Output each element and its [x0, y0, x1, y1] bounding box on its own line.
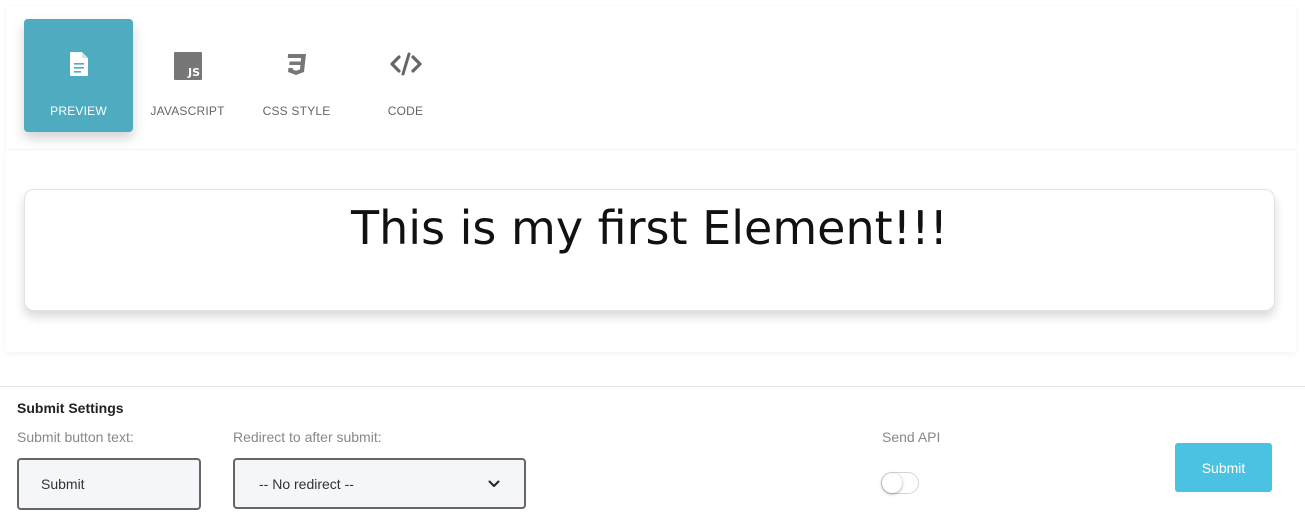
tab-preview[interactable]: PREVIEW	[24, 19, 133, 132]
element-preview-text: This is my first Element!!!	[351, 201, 948, 255]
tab-label: PREVIEW	[50, 104, 107, 118]
file-icon	[69, 52, 88, 76]
tab-code[interactable]: CODE	[351, 19, 460, 132]
redirect-select-value: -- No redirect --	[259, 475, 354, 492]
section-divider	[0, 386, 1305, 387]
send-api-label: Send API	[882, 429, 941, 445]
chevron-down-icon	[488, 477, 500, 491]
redirect-select[interactable]: -- No redirect --	[233, 458, 526, 509]
js-icon: JS	[173, 52, 202, 80]
submit-settings-title: Submit Settings	[17, 400, 124, 416]
css3-icon	[285, 52, 309, 76]
tab-label: CODE	[387, 104, 424, 118]
preview-panel: This is my first Element!!!	[6, 150, 1296, 352]
tab-label: JAVASCRIPT	[150, 104, 225, 118]
tab-css-style[interactable]: CSS STYLE	[242, 19, 351, 132]
submit-button-text-label: Submit button text:	[17, 429, 134, 445]
code-icon	[389, 52, 422, 76]
toggle-knob	[882, 473, 902, 493]
editor-tab-bar: PREVIEW JS JAVASCRIPT CSS STYLE CODE	[6, 6, 1296, 149]
submit-button[interactable]: Submit	[1175, 443, 1272, 492]
redirect-label: Redirect to after submit:	[233, 429, 382, 445]
send-api-toggle[interactable]	[881, 472, 919, 494]
submit-button-text-input[interactable]	[17, 458, 201, 510]
tab-label: CSS STYLE	[262, 104, 331, 118]
tab-javascript[interactable]: JS JAVASCRIPT	[133, 19, 242, 132]
element-preview-box: This is my first Element!!!	[24, 189, 1275, 311]
svg-text:JS: JS	[186, 66, 199, 79]
